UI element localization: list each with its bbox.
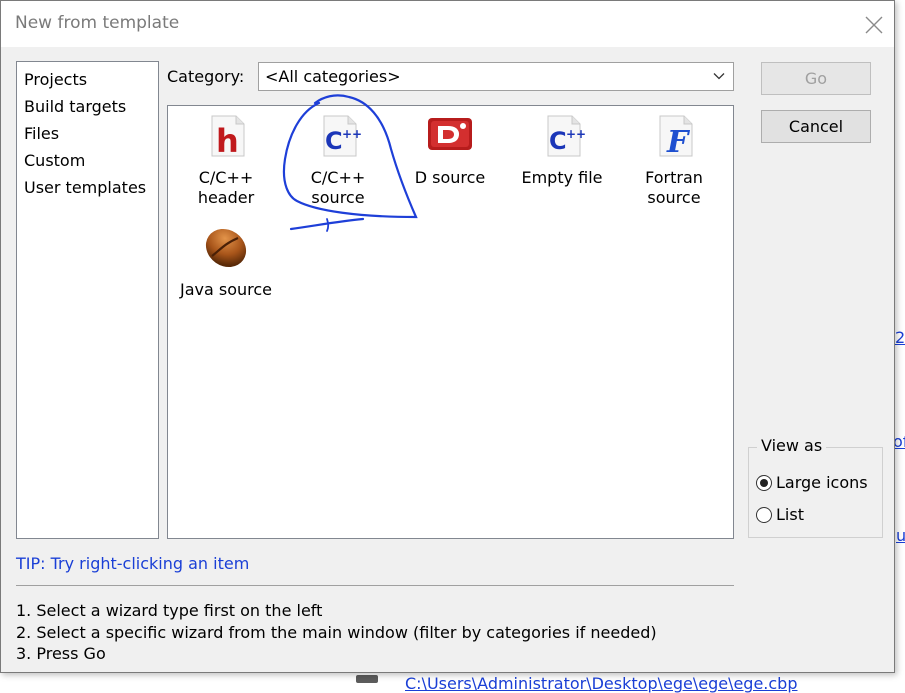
svg-text:C: C [325,127,343,155]
template-label: C/C++ header [197,168,255,207]
template-label: Java source [179,280,272,299]
background-link-fragment: 2 [895,328,905,347]
view-list-option[interactable]: List [756,505,804,524]
dialog-title: New from template [15,13,180,33]
chevron-down-icon [713,73,725,80]
coffee-bean-icon [202,224,250,272]
view-as-legend: View as [757,436,827,455]
template-label: Empty file [521,168,603,187]
new-from-template-dialog: New from template Projects Build targets… [0,0,895,673]
wizard-type-projects[interactable]: Projects [24,70,87,89]
template-label: D source [414,168,486,187]
category-label: Category: [167,67,245,86]
close-icon[interactable] [860,11,888,39]
template-label: C/C++ source [310,168,366,207]
cpp-source-icon: C ++ [314,112,362,160]
template-d-source[interactable]: D source [400,112,500,188]
svg-text:++: ++ [342,127,362,141]
template-fortran-source[interactable]: F Fortran source [624,112,724,208]
radio-unselected-icon[interactable] [756,507,772,523]
view-large-icons-option[interactable]: Large icons [756,473,868,492]
wizard-type-custom[interactable]: Custom [24,151,85,170]
fortran-source-icon: F [650,112,698,160]
svg-text:++: ++ [566,127,586,141]
template-c-cpp-source[interactable]: C ++ C/C++ source [288,112,388,208]
wizard-type-list[interactable]: Projects Build targets Files Custom User… [16,61,159,539]
c-header-icon: h [202,112,250,160]
instruction-line: 2. Select a specific wizard from the mai… [16,623,657,642]
svg-text:C: C [549,127,567,155]
svg-text:h: h [216,122,239,160]
radio-selected-icon[interactable] [756,475,772,491]
template-java-source[interactable]: Java source [176,224,276,300]
empty-file-icon: C ++ [538,112,586,160]
project-file-icon [356,675,378,683]
view-as-group: View as Large icons List [748,436,883,538]
category-selected-value: <All categories> [265,67,401,86]
template-empty-file[interactable]: C ++ Empty file [512,112,612,188]
template-label: Fortran source [645,168,703,207]
wizard-type-user-templates[interactable]: User templates [24,178,146,197]
go-button[interactable]: Go [761,62,871,95]
instruction-line: 1. Select a wizard type first on the lef… [16,601,323,620]
wizard-type-build-targets[interactable]: Build targets [24,97,126,116]
d-source-icon [426,112,474,160]
template-grid[interactable]: h C/C++ header C ++ C/C++ source D sourc… [167,105,734,539]
wizard-type-files[interactable]: Files [24,124,59,143]
tip-text: TIP: Try right-clicking an item [16,554,250,573]
background-project-path[interactable]: C:\Users\Administrator\Desktop\ege\ege\e… [405,674,798,693]
divider [16,585,734,586]
svg-text:F: F [666,125,691,160]
cancel-button[interactable]: Cancel [761,110,871,143]
background-link-fragment: u [896,526,905,545]
instruction-line: 3. Press Go [16,644,106,663]
template-c-cpp-header[interactable]: h C/C++ header [176,112,276,208]
category-dropdown[interactable]: <All categories> [258,62,734,91]
title-bar: New from template [1,1,894,47]
